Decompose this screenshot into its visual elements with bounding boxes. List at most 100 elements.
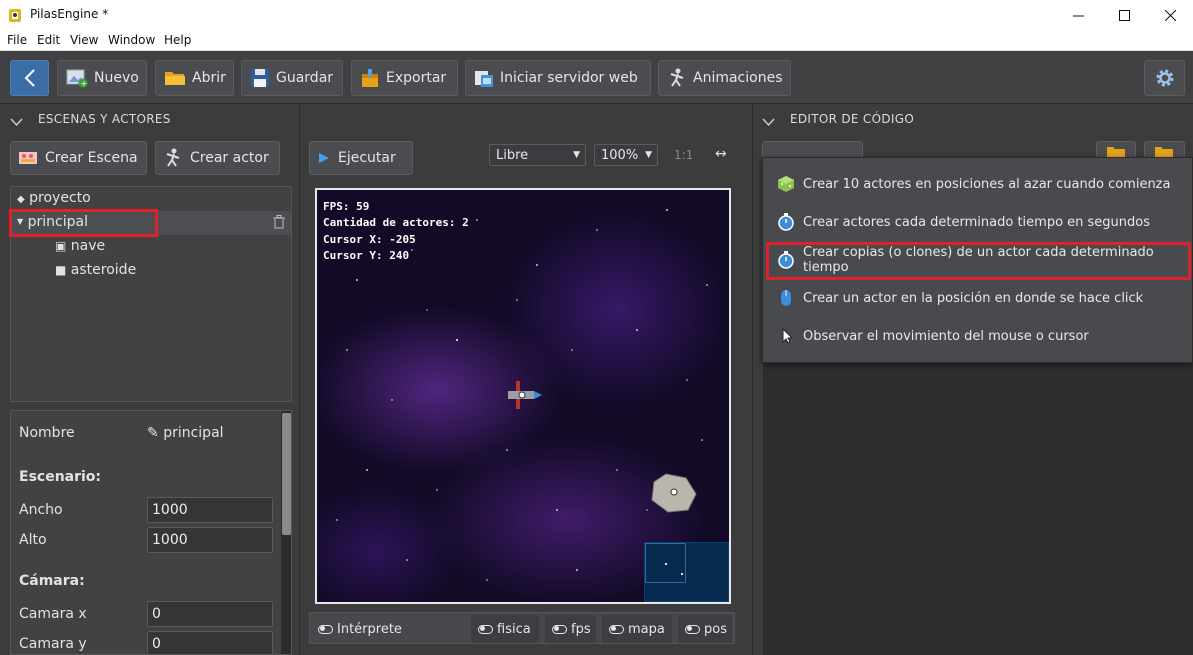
map-label: mapa	[628, 621, 665, 637]
game-canvas[interactable]: FPS: 59 Cantidad de actores: 2 Cursor X:…	[315, 188, 731, 604]
code-editor-area[interactable]	[763, 363, 1193, 655]
map-toggle[interactable]: mapa	[609, 618, 665, 640]
save-button[interactable]: Guardar	[241, 60, 343, 96]
dropdown-arrow-icon: ▼	[573, 150, 580, 160]
camera-x-input[interactable]: 0	[147, 601, 273, 627]
menu-item-timed-actors[interactable]: Crear actores cada determinado tiempo en…	[777, 208, 1150, 236]
pencil-icon: ✎	[147, 425, 159, 441]
scene-icon	[19, 152, 37, 164]
menu-item-observe-mouse-label: Observar el movimiento del mouse o curso…	[803, 328, 1089, 344]
diamond-icon: ◆	[17, 194, 25, 205]
menu-item-click-actor[interactable]: Crear un actor en la posición en donde s…	[777, 284, 1143, 312]
create-scene-label: Crear Escena	[45, 150, 138, 166]
ratio-button[interactable]: 1:1	[674, 148, 693, 162]
camera-x-label: Camara x	[19, 606, 87, 622]
maximize-icon	[1118, 10, 1130, 21]
app-icon	[9, 9, 21, 22]
collapse-chevron-icon[interactable]	[10, 118, 23, 127]
trash-icon[interactable]	[273, 215, 285, 229]
close-icon	[1164, 10, 1176, 21]
title-bar: PilasEngine *	[0, 0, 1193, 31]
height-label: Alto	[19, 532, 47, 548]
menu-help[interactable]: Help	[164, 33, 191, 47]
menu-item-random-actors[interactable]: Crear 10 actores en posiciones al azar c…	[777, 170, 1170, 198]
export-box-icon	[362, 69, 378, 87]
name-value[interactable]: ✎ principal	[147, 425, 224, 441]
gear-icon	[1156, 69, 1173, 87]
animations-button[interactable]: Animaciones	[658, 60, 791, 96]
run-label: Ejecutar	[338, 150, 396, 166]
export-label: Exportar	[386, 70, 447, 86]
menu-edit[interactable]: Edit	[37, 33, 60, 47]
toggle-switch-icon	[685, 624, 700, 634]
tree-item-actor-asteroide-label: asteroide	[70, 262, 137, 278]
menu-item-observe-mouse[interactable]: Observar el movimiento del mouse o curso…	[777, 322, 1089, 350]
camera-y-input[interactable]: 0	[147, 631, 273, 654]
create-scene-button[interactable]: Crear Escena	[10, 141, 147, 175]
fps-toggle[interactable]: fps	[552, 618, 591, 640]
physics-toggle[interactable]: fisica	[478, 618, 531, 640]
spaceship-actor[interactable]	[508, 381, 542, 409]
run-button[interactable]: Ejecutar	[309, 141, 413, 175]
properties-scrollbar[interactable]	[281, 411, 291, 654]
highlight-menu-item-box	[766, 242, 1191, 280]
back-button[interactable]	[10, 60, 49, 96]
settings-button[interactable]	[1144, 60, 1185, 96]
pos-toggle[interactable]: pos	[685, 618, 727, 640]
stopwatch-icon	[778, 213, 794, 231]
zoom-select-value: 100%	[601, 147, 639, 163]
cursor-arrow-icon	[782, 327, 794, 344]
tree-item-project-label: proyecto	[29, 190, 91, 206]
menu-file[interactable]: File	[7, 33, 27, 47]
new-button[interactable]: + Nuevo	[57, 60, 147, 96]
pos-label: pos	[704, 621, 727, 637]
interpreter-toggle[interactable]: Intérprete	[318, 618, 402, 640]
minimap-asteroid-dot	[681, 573, 683, 575]
start-web-server-label: Iniciar servidor web	[500, 70, 638, 86]
tree-item-actor-nave[interactable]: ▣ nave	[55, 238, 105, 254]
new-label: Nuevo	[94, 70, 139, 86]
animation-figure-icon	[670, 68, 684, 87]
toggle-switch-icon	[609, 624, 624, 634]
tree-item-actor-asteroide[interactable]: ■ asteroide	[55, 262, 136, 278]
maximize-button[interactable]	[1101, 0, 1147, 31]
start-web-server-button[interactable]: Iniciar servidor web	[465, 60, 651, 96]
play-icon	[319, 153, 329, 163]
hud-fps: FPS: 59	[323, 200, 370, 213]
mode-select-value: Libre	[496, 147, 529, 163]
square-icon: ■	[55, 263, 67, 277]
camera-y-label: Camara y	[19, 636, 87, 652]
menu-window[interactable]: Window	[108, 33, 155, 47]
animations-label: Animaciones	[693, 70, 783, 86]
menu-view[interactable]: View	[70, 33, 98, 47]
create-actor-button[interactable]: Crear actor	[155, 141, 280, 175]
mode-select[interactable]: Libre ▼	[489, 144, 586, 166]
collapse-chevron-icon[interactable]	[762, 118, 775, 127]
properties-panel: Nombre ✎ principal Escenario: Ancho 1000…	[10, 410, 292, 655]
save-label: Guardar	[276, 70, 334, 86]
minimap	[644, 542, 729, 602]
export-button[interactable]: Exportar	[351, 60, 458, 96]
menu-item-random-actors-label: Crear 10 actores en posiciones al azar c…	[803, 176, 1171, 192]
name-label: Nombre	[19, 425, 75, 441]
tree-item-project[interactable]: ◆ proyecto	[17, 190, 91, 206]
close-button[interactable]	[1147, 0, 1193, 31]
toggle-switch-icon	[552, 624, 567, 634]
toggle-switch-icon	[478, 624, 493, 634]
resize-horizontal-icon[interactable]: ↔	[715, 146, 727, 162]
width-input[interactable]: 1000	[147, 497, 273, 523]
height-input[interactable]: 1000	[147, 527, 273, 553]
stage-heading: Escenario:	[19, 469, 102, 485]
menu-bar: File Edit View Window Help	[0, 31, 1193, 51]
asteroid-actor[interactable]	[651, 473, 697, 513]
open-button[interactable]: Abrir	[155, 60, 234, 96]
dice-icon	[778, 176, 794, 192]
camera-heading: Cámara:	[19, 573, 85, 589]
ship-icon: ▣	[55, 239, 67, 253]
back-arrow-icon	[24, 69, 35, 87]
hud-actor-count: Cantidad de actores: 2	[323, 216, 469, 229]
scrollbar-thumb[interactable]	[282, 413, 291, 535]
zoom-select[interactable]: 100% ▼	[594, 144, 658, 166]
hud-cursor-y: Cursor Y: 240	[323, 249, 410, 262]
minimize-button[interactable]	[1055, 0, 1101, 31]
